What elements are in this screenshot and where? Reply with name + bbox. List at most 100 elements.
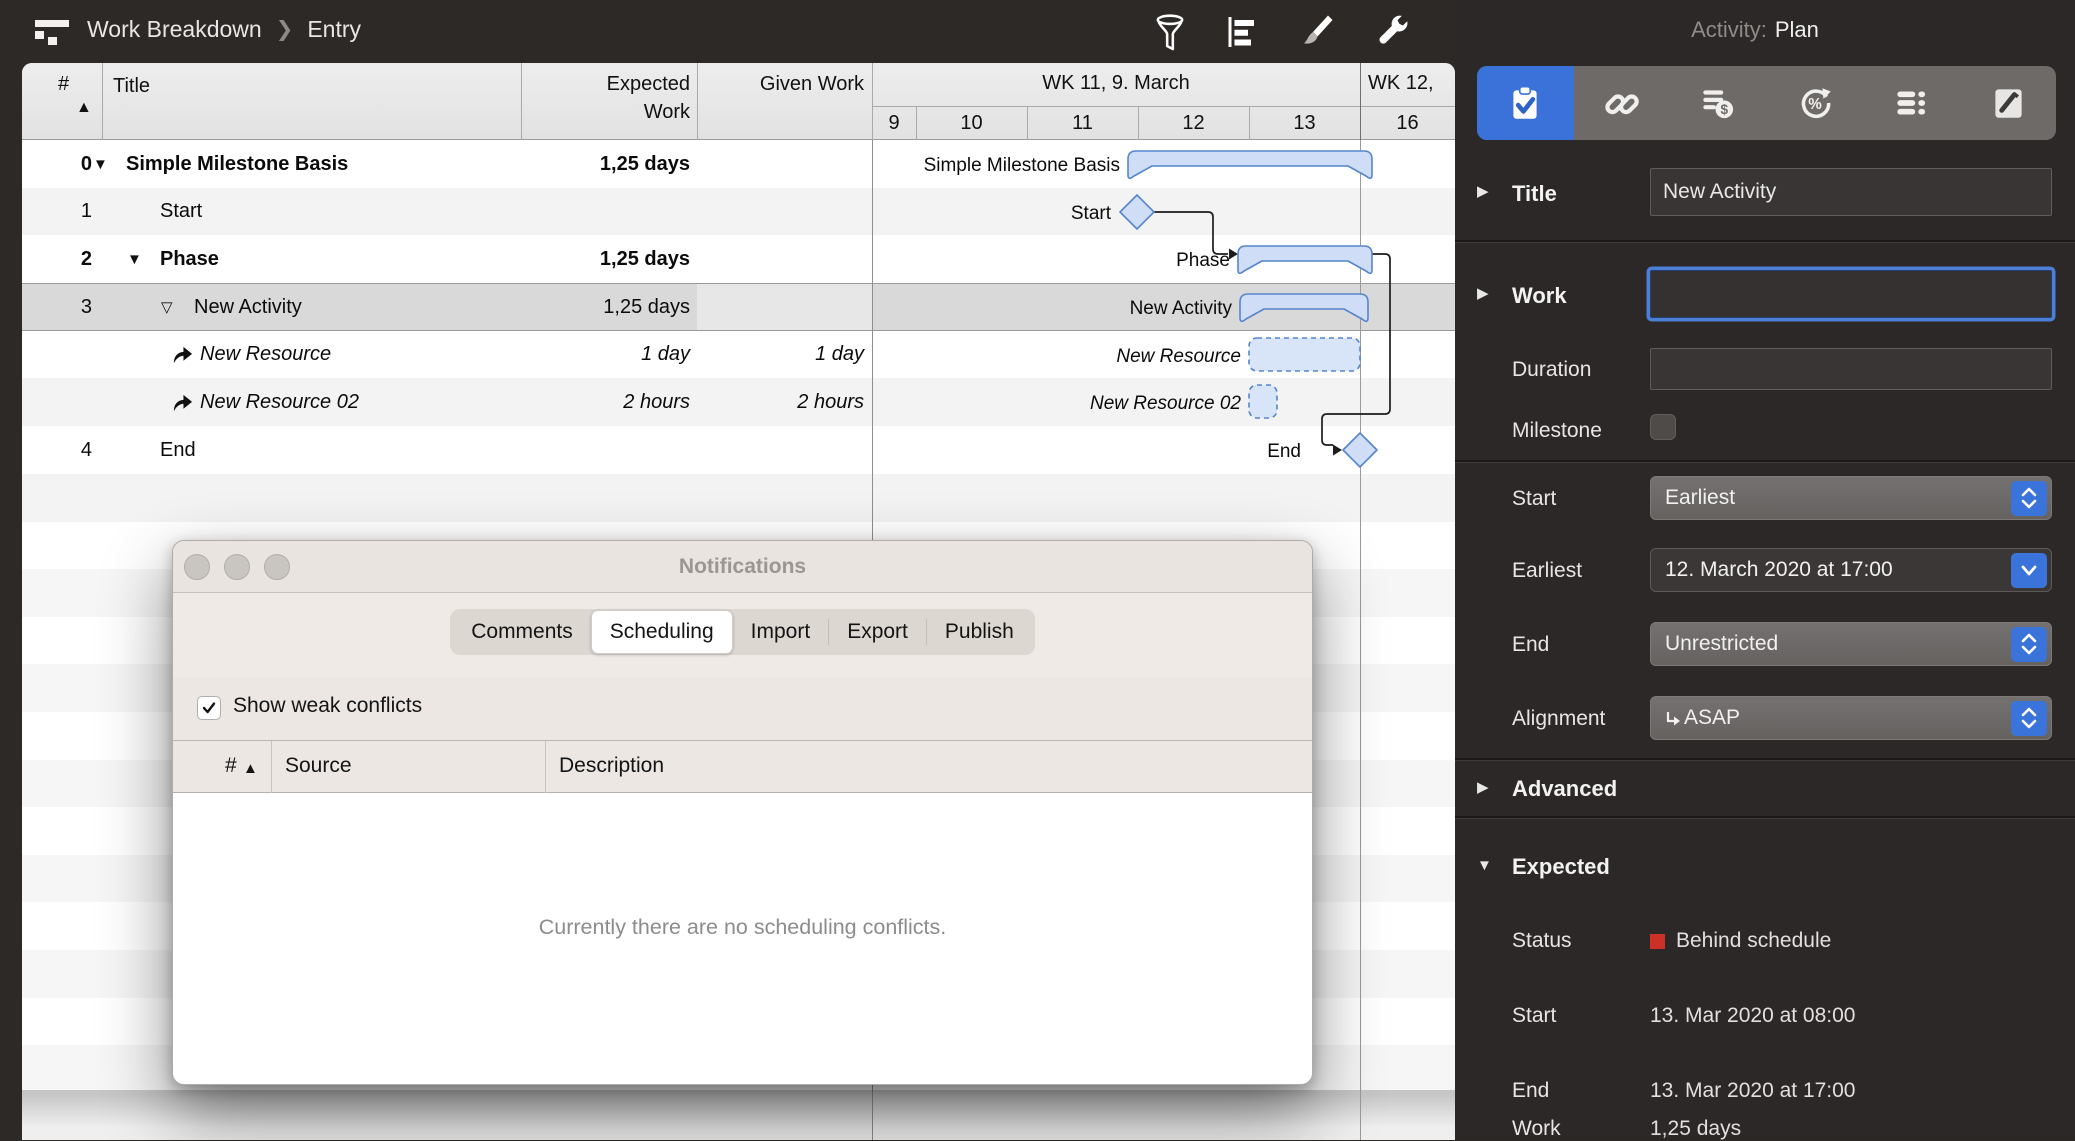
inspector-title-label: Activity: [1691, 17, 1767, 42]
tab-plan[interactable] [1477, 66, 1574, 140]
inspector-sidebar: Activity: Plan $ % ▶ Title New Activity ▶… [1455, 0, 2075, 1140]
weak-conflicts-row: Show weak conflicts [173, 677, 1312, 741]
gantt-summary-bar[interactable] [1128, 151, 1372, 178]
gantt-summary-bar[interactable] [1238, 246, 1372, 273]
conflict-list: Currently there are no scheduling confli… [173, 793, 1312, 1085]
title-field-label: Title [1512, 181, 1557, 207]
notifications-tabs: CommentsSchedulingImportExportPublish [450, 609, 1035, 655]
notifications-titlebar[interactable]: Notifications [173, 541, 1312, 593]
work-field-label: Work [1512, 283, 1567, 309]
conflict-col-description[interactable]: Description [559, 754, 664, 778]
settings-wrench-icon[interactable] [1372, 12, 1412, 52]
inspector-title: Activity: Plan [1455, 17, 2055, 43]
expected-work-label: Work [1512, 1117, 1561, 1141]
milestone-label: Milestone [1512, 419, 1602, 443]
dialog-tab-publish[interactable]: Publish [927, 612, 1032, 652]
end-constraint-popup[interactable]: Unrestricted [1650, 622, 2052, 666]
no-conflicts-message: Currently there are no scheduling confli… [173, 915, 1312, 940]
notifications-window: Notifications CommentsSchedulingImportEx… [172, 540, 1313, 1085]
tab-notes[interactable] [1960, 66, 2057, 140]
link-icon [1601, 82, 1643, 124]
window-title: Notifications [173, 555, 1312, 579]
expected-start-value: 13. Mar 2020 at 08:00 [1650, 1004, 1855, 1028]
gantt-bar-label: New Activity [1130, 298, 1233, 319]
popup-stepper-icon[interactable] [2011, 627, 2047, 662]
gantt-bar-label: New Resource 02 [1090, 393, 1241, 414]
gantt-bar-label: Simple Milestone Basis [924, 155, 1120, 176]
start-constraint-popup[interactable]: Earliest [1650, 476, 2052, 520]
gantt-milestone-diamond[interactable] [1343, 433, 1377, 467]
milestone-checkbox[interactable] [1650, 414, 1676, 440]
conflict-col-source[interactable]: Source [285, 754, 352, 778]
date-dropdown-icon[interactable] [2011, 553, 2047, 588]
expected-status-label: Status [1512, 929, 1572, 953]
dialog-tab-export[interactable]: Export [829, 612, 926, 652]
expected-start-label: Start [1512, 1004, 1556, 1028]
notifications-tab-area: CommentsSchedulingImportExportPublish [173, 593, 1312, 677]
work-breakdown-icon [32, 12, 72, 52]
expected-end-label: End [1512, 1079, 1549, 1103]
title-disclosure-icon[interactable]: ▶ [1477, 182, 1489, 200]
gantt-bar-label: Phase [1176, 250, 1230, 271]
rows-icon [1890, 82, 1932, 124]
alignment-popup[interactable]: ASAP [1650, 696, 2052, 740]
svg-text:%: % [1808, 96, 1822, 113]
tab-costs[interactable]: $ [1670, 66, 1767, 140]
advanced-section-label[interactable]: Advanced [1512, 776, 1617, 802]
inspector-tabbar: $ % [1477, 66, 2056, 140]
conflict-col-num[interactable]: # [225, 754, 237, 778]
status-color-swatch [1650, 934, 1665, 949]
show-weak-conflicts-checkbox[interactable] [197, 696, 221, 720]
costs-icon: $ [1697, 82, 1739, 124]
expected-section-label[interactable]: Expected [1512, 854, 1610, 880]
expected-end-value: 13. Mar 2020 at 17:00 [1650, 1079, 1855, 1103]
earliest-date-field[interactable]: 12. March 2020 at 17:00 [1650, 548, 2052, 592]
inspector-title-value: Plan [1775, 17, 1819, 42]
work-input[interactable] [1650, 270, 2052, 318]
gantt-bar-label: New Resource [1116, 346, 1241, 367]
outline-view-icon[interactable] [1222, 12, 1262, 52]
advanced-disclosure-icon[interactable]: ▶ [1477, 778, 1489, 796]
format-brush-icon[interactable] [1296, 12, 1336, 52]
show-weak-conflicts-label[interactable]: Show weak conflicts [233, 694, 422, 718]
breadcrumb[interactable]: Work Breakdown ❯ Entry [87, 16, 361, 43]
earliest-label: Earliest [1512, 559, 1582, 583]
duration-input[interactable] [1650, 348, 2052, 390]
dependency-arrow-icon [1333, 445, 1342, 456]
conflict-sort-arrow-icon[interactable]: ▲ [243, 760, 258, 777]
work-disclosure-icon[interactable]: ▶ [1477, 284, 1489, 302]
progress-icon: % [1794, 82, 1836, 124]
title-input[interactable]: New Activity [1650, 168, 2052, 216]
gantt-milestone-diamond[interactable] [1120, 195, 1154, 229]
expected-disclosure-icon[interactable]: ▼ [1477, 857, 1492, 874]
gantt-assignment-bar[interactable] [1249, 338, 1360, 371]
gantt-assignment-bar[interactable] [1249, 385, 1277, 418]
tab-structure[interactable] [1863, 66, 1960, 140]
popup-stepper-icon[interactable] [2011, 701, 2047, 736]
gantt-summary-bar[interactable] [1240, 294, 1368, 321]
expected-status-value: Behind schedule [1676, 929, 1831, 953]
gantt-bar-label: End [1267, 441, 1301, 462]
conflict-list-header: # ▲ Source Description [173, 741, 1312, 793]
end-constraint-label: End [1512, 633, 1549, 657]
duration-label: Duration [1512, 358, 1591, 382]
expected-work-value: 1,25 days [1650, 1117, 1741, 1141]
svg-text:$: $ [1721, 102, 1729, 117]
start-constraint-label: Start [1512, 487, 1556, 511]
dependency-arrow-icon [1229, 249, 1238, 260]
gantt-bar-label: Start [1071, 203, 1112, 224]
filter-icon[interactable] [1150, 12, 1190, 52]
dependency-connector [1154, 212, 1228, 254]
breadcrumb-chevron-icon: ❯ [276, 17, 294, 42]
breadcrumb-root[interactable]: Work Breakdown [87, 16, 262, 43]
tab-links[interactable] [1574, 66, 1671, 140]
dialog-tab-comments[interactable]: Comments [453, 612, 591, 652]
asap-elbow-icon [1665, 710, 1681, 727]
tab-progress[interactable]: % [1767, 66, 1864, 140]
breadcrumb-current[interactable]: Entry [307, 16, 361, 43]
popup-stepper-icon[interactable] [2011, 481, 2047, 516]
dialog-tab-import[interactable]: Import [733, 612, 829, 652]
alignment-label: Alignment [1512, 707, 1605, 731]
dialog-tab-scheduling[interactable]: Scheduling [591, 610, 733, 654]
edit-note-icon [1987, 82, 2029, 124]
